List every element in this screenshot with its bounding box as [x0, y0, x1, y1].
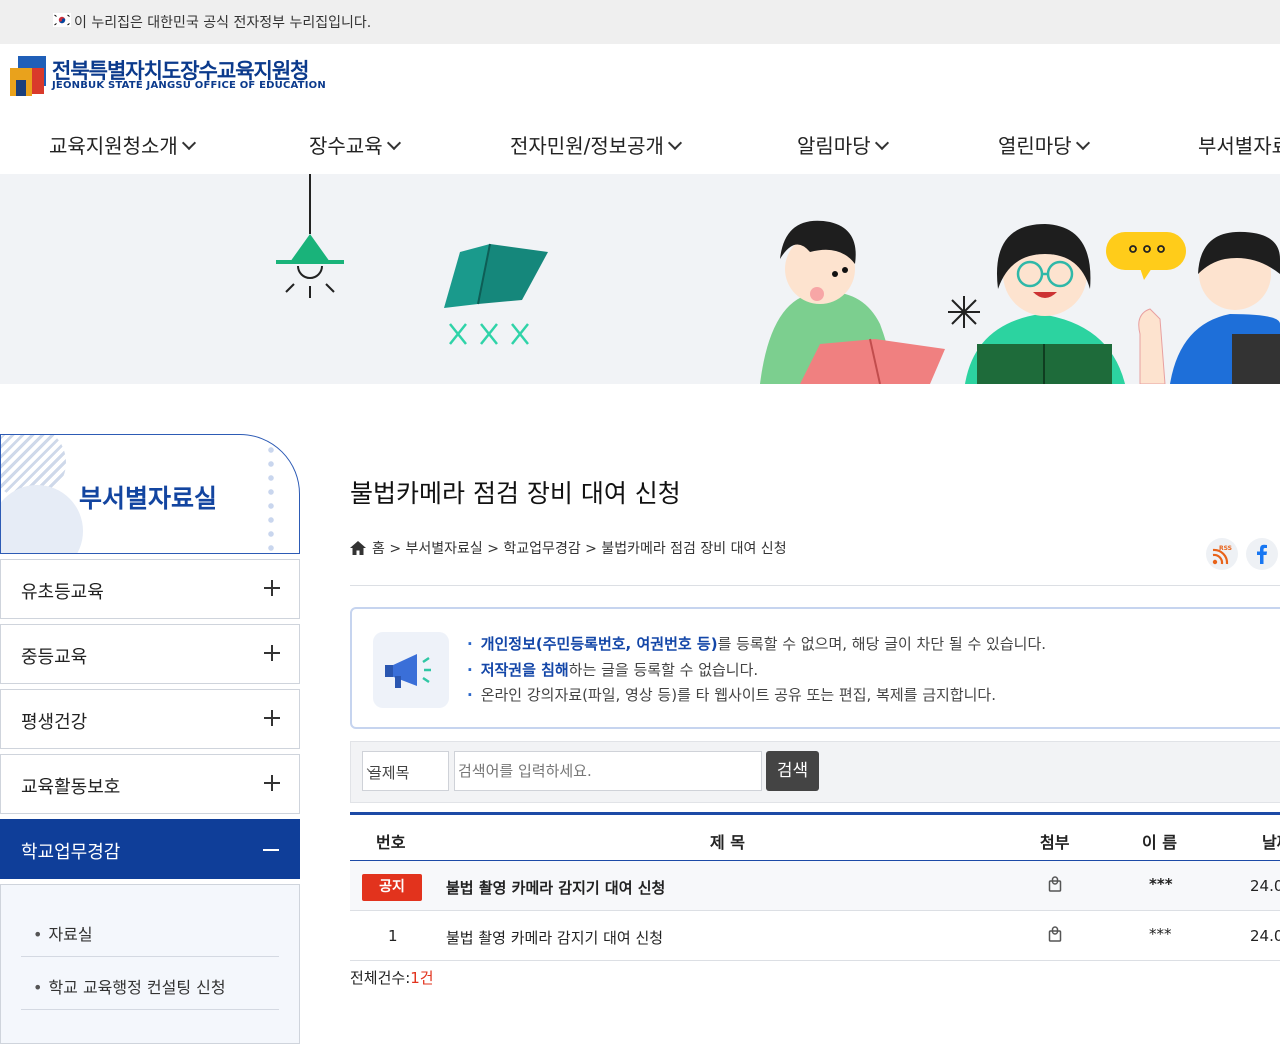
nav-item-open[interactable]: 열린마당 [998, 130, 1090, 159]
notice-item: 개인정보(주민등록번호, 여권번호 등)를 등록할 수 없으며, 해당 글이 차… [467, 632, 1046, 658]
notice-list: 개인정보(주민등록번호, 여권번호 등)를 등록할 수 없으며, 해당 글이 차… [467, 632, 1046, 709]
row-number: 1 [388, 927, 398, 945]
sidebar-title-box: 부서별자료실 [0, 434, 300, 554]
sidebar-item-workload-reduction[interactable]: 학교업무경감 [0, 819, 300, 879]
main-nav: 교육지원청소개 장수교육 전자민원/정보공개 알림마당 열린마당 부서별자료 [0, 130, 1280, 174]
sidebar-submenu: 자료실 학교 교육행정 컨설팅 신청 [0, 884, 300, 1044]
nav-label: 알림마당 [797, 134, 871, 158]
row-title-link[interactable]: 불법 촬영 카메라 감지기 대여 신청 [446, 927, 663, 948]
rss-button[interactable]: RSS [1206, 538, 1238, 570]
notice-item: 저작권을 침해하는 글을 등록할 수 없습니다. [467, 658, 1046, 684]
submenu-label: 자료실 [33, 921, 92, 945]
search-bar: 글제목 검색 [350, 741, 1280, 803]
table-row-notice[interactable]: 공지 불법 촬영 카메라 감지기 대여 신청 *** 24.0 [350, 861, 1280, 911]
chevron-down-icon [874, 135, 889, 151]
korea-flag-icon [53, 13, 71, 27]
row-date: 24.0 [1250, 877, 1280, 895]
chevron-down-icon [667, 135, 683, 151]
nav-label: 전자민원/정보공개 [510, 134, 664, 158]
divider [350, 585, 1280, 586]
sidebar-item-label: 평생건강 [21, 712, 88, 733]
nav-label: 교육지원청소개 [49, 134, 178, 158]
nav-label: 열린마당 [998, 134, 1072, 158]
select-value: 글제목 [368, 764, 410, 782]
nav-item-intro[interactable]: 교육지원청소개 [49, 130, 196, 159]
submenu-item-consulting[interactable]: 학교 교육행정 컨설팅 신청 [21, 958, 279, 1010]
submenu-item-archive[interactable]: 자료실 [21, 905, 279, 957]
notice-text: 온라인 강의자료(파일, 영상 등)를 타 웹사이트 공유 또는 편집, 복제를… [480, 686, 996, 704]
chevron-down-icon [181, 135, 196, 151]
total-value: 1건 [410, 969, 434, 987]
banner-illustration [276, 174, 1280, 384]
sidebar-item-secondary[interactable]: 중등교육 [0, 624, 300, 684]
page-title: 불법카메라 점검 장비 대여 신청 [350, 479, 681, 508]
notice-text: 하는 글을 등록할 수 없습니다. [568, 660, 759, 679]
sidebar-item-elementary[interactable]: 유초등교육 [0, 559, 300, 619]
posting-notice-box: 개인정보(주민등록번호, 여권번호 등)를 등록할 수 없으며, 해당 글이 차… [350, 607, 1280, 729]
site-header: 전북특별자치도장수교육지원청 JEONBUK STATE JANGSU OFFI… [0, 44, 1280, 174]
nav-item-civil[interactable]: 전자민원/정보공개 [510, 130, 683, 159]
megaphone-icon [373, 632, 449, 708]
row-author: *** [1149, 875, 1173, 893]
breadcrumb-text: 홈 > 부서별자료실 > 학교업무경감 > 불법카메라 점검 장비 대여 신청 [372, 541, 787, 557]
attachment-icon[interactable] [1048, 876, 1062, 892]
nav-label: 장수교육 [309, 134, 383, 158]
row-author: *** [1149, 925, 1172, 943]
col-title: 제 목 [710, 833, 746, 852]
plus-icon [263, 644, 281, 662]
sidebar-item-teacher-protection[interactable]: 교육활동보호 [0, 754, 300, 814]
plus-icon [263, 709, 281, 727]
sidebar-item-label: 유초등교육 [21, 582, 104, 603]
table-row[interactable]: 1 불법 촬영 카메라 감지기 대여 신청 *** 24.0 [350, 911, 1280, 961]
sidebar-item-label: 학교업무경감 [21, 842, 121, 863]
row-date: 24.0 [1250, 927, 1280, 945]
search-input[interactable] [454, 751, 762, 791]
sidebar-item-label: 중등교육 [21, 647, 88, 668]
chevron-down-icon [1075, 135, 1090, 151]
office-logo-icon[interactable] [8, 54, 48, 98]
plus-icon [263, 579, 281, 597]
minus-icon [263, 849, 279, 851]
gov-notice-bar: 이 누리집은 대한민국 공식 전자정부 누리집입니다. [0, 0, 1280, 44]
total-label: 전체건수: [350, 969, 411, 987]
chevron-down-icon [386, 135, 401, 151]
sidebar-deco-dots [265, 443, 277, 553]
col-date: 날짜 [1262, 833, 1280, 852]
notice-badge: 공지 [362, 874, 422, 901]
search-button[interactable]: 검색 [766, 751, 819, 791]
sidebar-deco-circle [1, 485, 83, 553]
total-count: 전체건수:1건 [350, 967, 434, 988]
office-name-en: JEONBUK STATE JANGSU OFFICE OF EDUCATION [52, 80, 326, 91]
search-field-select[interactable]: 글제목 [362, 751, 449, 791]
nav-item-dept[interactable]: 부서별자료 [1198, 130, 1280, 159]
nav-label: 부서별자료 [1198, 134, 1280, 158]
facebook-icon [1257, 544, 1267, 564]
notice-emphasis: 저작권을 침해 [480, 660, 569, 679]
notice-item: 온라인 강의자료(파일, 영상 등)를 타 웹사이트 공유 또는 편집, 복제를… [467, 683, 1046, 709]
table-header: 번호 제 목 첨부 이 름 날짜 [350, 812, 1280, 861]
notice-emphasis: 개인정보(주민등록번호, 여권번호 등) [480, 635, 718, 653]
sidebar-item-lifelong-health[interactable]: 평생건강 [0, 689, 300, 749]
facebook-button[interactable] [1246, 538, 1278, 570]
col-name: 이 름 [1142, 833, 1178, 852]
nav-item-education[interactable]: 장수교육 [309, 130, 401, 159]
attachment-icon[interactable] [1048, 926, 1062, 942]
breadcrumb: 홈 > 부서별자료실 > 학교업무경감 > 불법카메라 점검 장비 대여 신청 [350, 538, 787, 558]
home-icon[interactable] [350, 541, 366, 555]
col-attachment: 첨부 [1040, 833, 1070, 852]
row-title-link[interactable]: 불법 촬영 카메라 감지기 대여 신청 [446, 877, 665, 898]
hero-banner [0, 174, 1280, 384]
notice-text: 를 등록할 수 없으며, 해당 글이 차단 될 수 있습니다. [717, 635, 1047, 653]
sidebar-item-label: 교육활동보호 [21, 777, 121, 798]
col-number: 번호 [376, 833, 406, 852]
submenu-label: 학교 교육행정 컨설팅 신청 [33, 974, 225, 998]
plus-icon [263, 774, 281, 792]
gov-notice-text: 이 누리집은 대한민국 공식 전자정부 누리집입니다. [74, 15, 372, 31]
rss-icon: RSS [1212, 545, 1232, 565]
nav-item-notice[interactable]: 알림마당 [797, 130, 889, 159]
sidebar-title: 부서별자료실 [79, 484, 218, 513]
